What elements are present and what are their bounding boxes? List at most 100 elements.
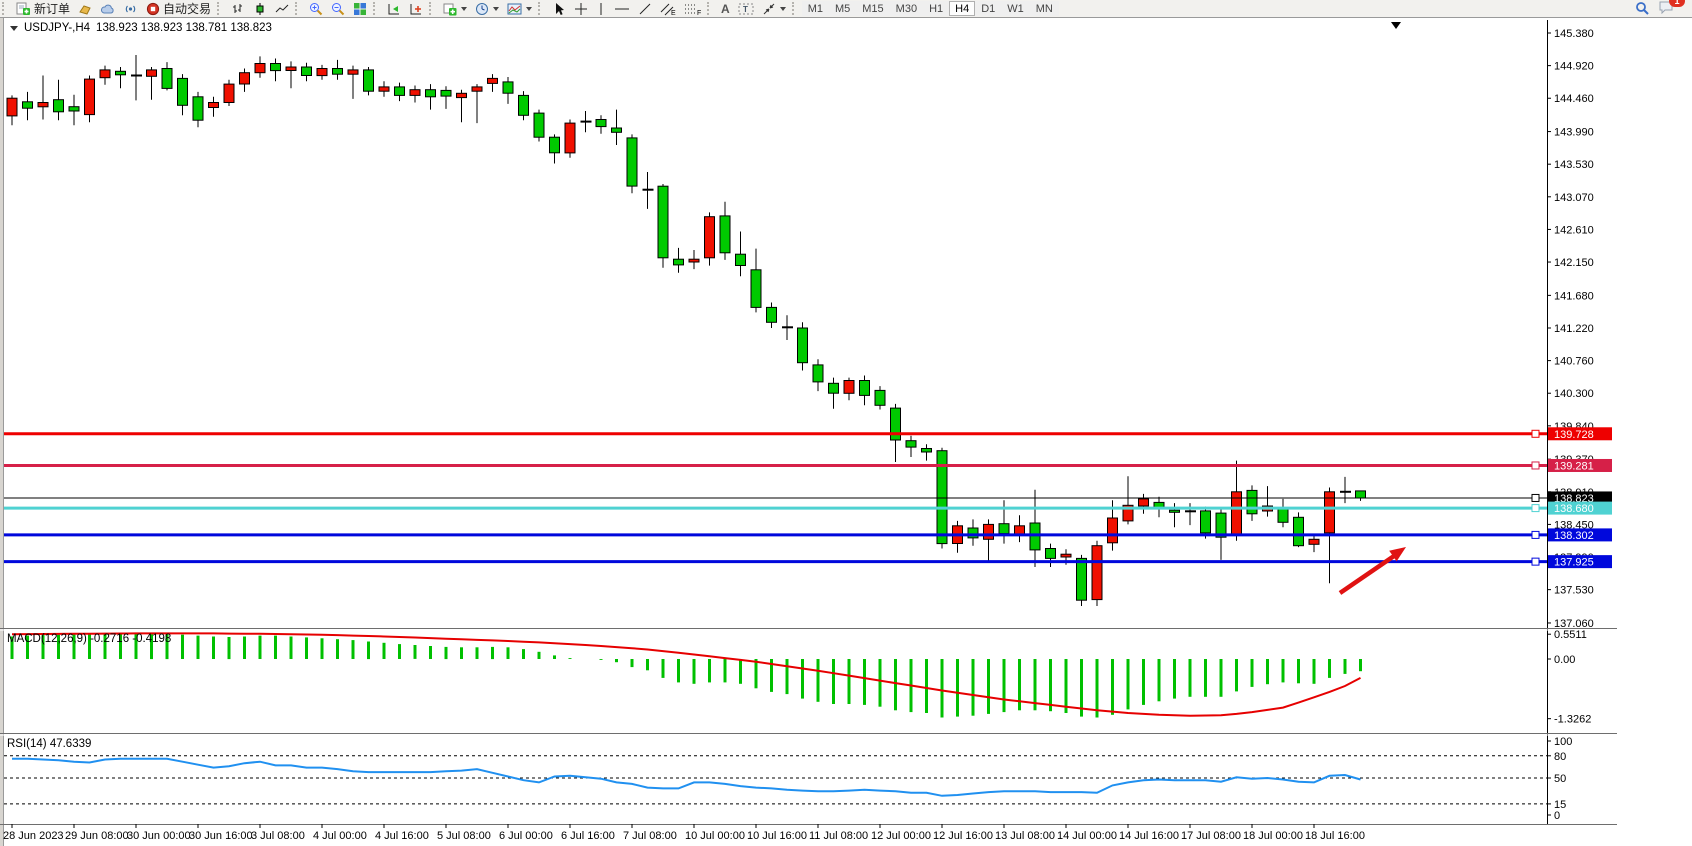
arrow-annotation[interactable] [1340, 547, 1406, 593]
timeframe-h1-button[interactable]: H1 [923, 1, 949, 16]
svg-text:18 Jul 16:00: 18 Jul 16:00 [1305, 830, 1365, 842]
notification-badge[interactable]: 1 [1669, 0, 1685, 7]
svg-text:-1.3262: -1.3262 [1554, 714, 1591, 726]
text-label-icon: T [738, 2, 754, 16]
templates-button[interactable] [503, 1, 536, 17]
market-watch-button[interactable] [96, 1, 119, 17]
timeframe-d1-button[interactable]: D1 [975, 1, 1001, 16]
timeframe-w1-button[interactable]: W1 [1001, 1, 1030, 16]
search-button[interactable] [1631, 1, 1654, 17]
svg-text:139.728: 139.728 [1554, 429, 1594, 441]
trendline-icon [638, 2, 652, 16]
svg-text:5 Jul 08:00: 5 Jul 08:00 [437, 830, 491, 842]
macd-pane: 0.55110.00-1.3262 [11, 629, 1592, 725]
svg-text:138.302: 138.302 [1554, 530, 1594, 542]
timeframe-m15-button[interactable]: M15 [856, 1, 889, 16]
chart-shift-icon [409, 2, 423, 16]
svg-text:3 Jul 08:00: 3 Jul 08:00 [251, 830, 305, 842]
svg-text:13 Jul 08:00: 13 Jul 08:00 [995, 830, 1055, 842]
svg-text:143.070: 143.070 [1554, 192, 1594, 204]
collapse-triangle-icon[interactable] [10, 26, 18, 31]
rsi-indicator-label: RSI(14) 47.6339 [7, 738, 91, 750]
candles-series [7, 55, 1366, 606]
toolbar-grip[interactable] [792, 2, 800, 15]
new-order-label: 新订单 [34, 0, 70, 17]
arrows-tool-button[interactable] [758, 1, 790, 17]
svg-text:0.00: 0.00 [1554, 654, 1575, 666]
svg-text:0: 0 [1554, 810, 1560, 822]
chart-shift-marker[interactable] [1391, 22, 1401, 29]
toolbar-grip[interactable] [538, 2, 546, 15]
timeframe-h4-button[interactable]: H4 [949, 1, 975, 16]
time-axis[interactable]: 28 Jun 202329 Jun 08:0030 Jun 00:0030 Ju… [3, 824, 1365, 842]
toolbar-grip[interactable] [707, 2, 715, 15]
svg-text:138.680: 138.680 [1554, 503, 1594, 515]
text-label-tool-button[interactable]: T [734, 1, 758, 17]
periods-button[interactable] [471, 1, 503, 17]
svg-text:10 Jul 00:00: 10 Jul 00:00 [685, 830, 745, 842]
line-chart-mode-button[interactable] [271, 1, 293, 17]
new-order-icon [16, 2, 31, 16]
signals-button[interactable] [119, 1, 142, 17]
toolbar-grip[interactable] [217, 2, 225, 15]
svg-text:143.990: 143.990 [1554, 127, 1594, 139]
timeframe-m1-button[interactable]: M1 [802, 1, 829, 16]
svg-text:14 Jul 00:00: 14 Jul 00:00 [1057, 830, 1117, 842]
trading-chart[interactable]: 145.380144.920144.460143.990143.530143.0… [0, 0, 1692, 846]
new-chart-button[interactable] [74, 1, 96, 17]
cloud-icon [100, 2, 115, 16]
svg-text:6 Jul 16:00: 6 Jul 16:00 [561, 830, 615, 842]
tile-windows-button[interactable] [349, 1, 371, 17]
timeframe-m5-button[interactable]: M5 [829, 1, 856, 16]
macd-indicator-label: MACD(12,26,9) -0.2716 -0.4198 [7, 633, 171, 645]
svg-text:28 Jun 2023: 28 Jun 2023 [3, 830, 64, 842]
svg-text:F: F [697, 10, 701, 16]
zoom-out-button[interactable] [327, 1, 349, 17]
horizontal-line-tool-button[interactable] [610, 1, 634, 17]
trendline-tool-button[interactable] [634, 1, 656, 17]
cursor-tool-button[interactable] [548, 1, 570, 17]
template-icon [507, 2, 522, 16]
chart-shift-button[interactable] [405, 1, 427, 17]
svg-text:100: 100 [1554, 736, 1572, 748]
bar-chart-mode-button[interactable] [227, 1, 249, 17]
ohlc-bars-icon [231, 2, 245, 16]
zoom-in-button[interactable] [305, 1, 327, 17]
toolbar-grip[interactable] [373, 2, 381, 15]
new-chart-icon [78, 2, 92, 16]
fibonacci-tool-button[interactable]: F [680, 1, 705, 17]
svg-text:142.610: 142.610 [1554, 224, 1594, 236]
line-chart-icon [275, 2, 289, 16]
timeframe-mn-button[interactable]: MN [1030, 1, 1059, 16]
vertical-line-icon [596, 2, 606, 16]
indicators-button[interactable] [439, 1, 471, 17]
horizontal-price-lines[interactable]: 139.728139.281138.823138.680138.302137.9… [4, 427, 1612, 568]
zoom-in-icon [309, 2, 323, 16]
signal-icon [123, 2, 138, 16]
toolbar-grip[interactable] [2, 2, 10, 15]
auto-scroll-button[interactable] [383, 1, 405, 17]
new-order-button[interactable]: 新订单 [12, 1, 74, 17]
toolbar-grip[interactable] [295, 2, 303, 15]
svg-text:30 Jun 16:00: 30 Jun 16:00 [189, 830, 253, 842]
timeframe-m30-button[interactable]: M30 [890, 1, 923, 16]
svg-text:140.760: 140.760 [1554, 356, 1594, 368]
candlestick-mode-button[interactable] [249, 1, 271, 17]
svg-text:50: 50 [1554, 773, 1566, 785]
auto-scroll-icon [387, 2, 401, 16]
channel-tool-button[interactable]: E [656, 1, 680, 17]
fibonacci-icon: F [684, 2, 701, 16]
tile-windows-icon [353, 2, 367, 16]
svg-text:11 Jul 08:00: 11 Jul 08:00 [809, 830, 868, 842]
search-icon [1635, 1, 1650, 16]
vertical-line-tool-button[interactable] [592, 1, 610, 17]
rsi-pane: 1008050150 [4, 736, 1572, 822]
svg-text:143.530: 143.530 [1554, 159, 1594, 171]
svg-text:141.680: 141.680 [1554, 290, 1594, 302]
toolbar-grip[interactable] [429, 2, 437, 15]
text-tool-button[interactable]: A [717, 1, 734, 17]
svg-text:T: T [743, 5, 748, 14]
svg-text:6 Jul 00:00: 6 Jul 00:00 [499, 830, 553, 842]
crosshair-tool-button[interactable] [570, 1, 592, 17]
autotrade-button[interactable]: 自动交易 [142, 1, 215, 17]
